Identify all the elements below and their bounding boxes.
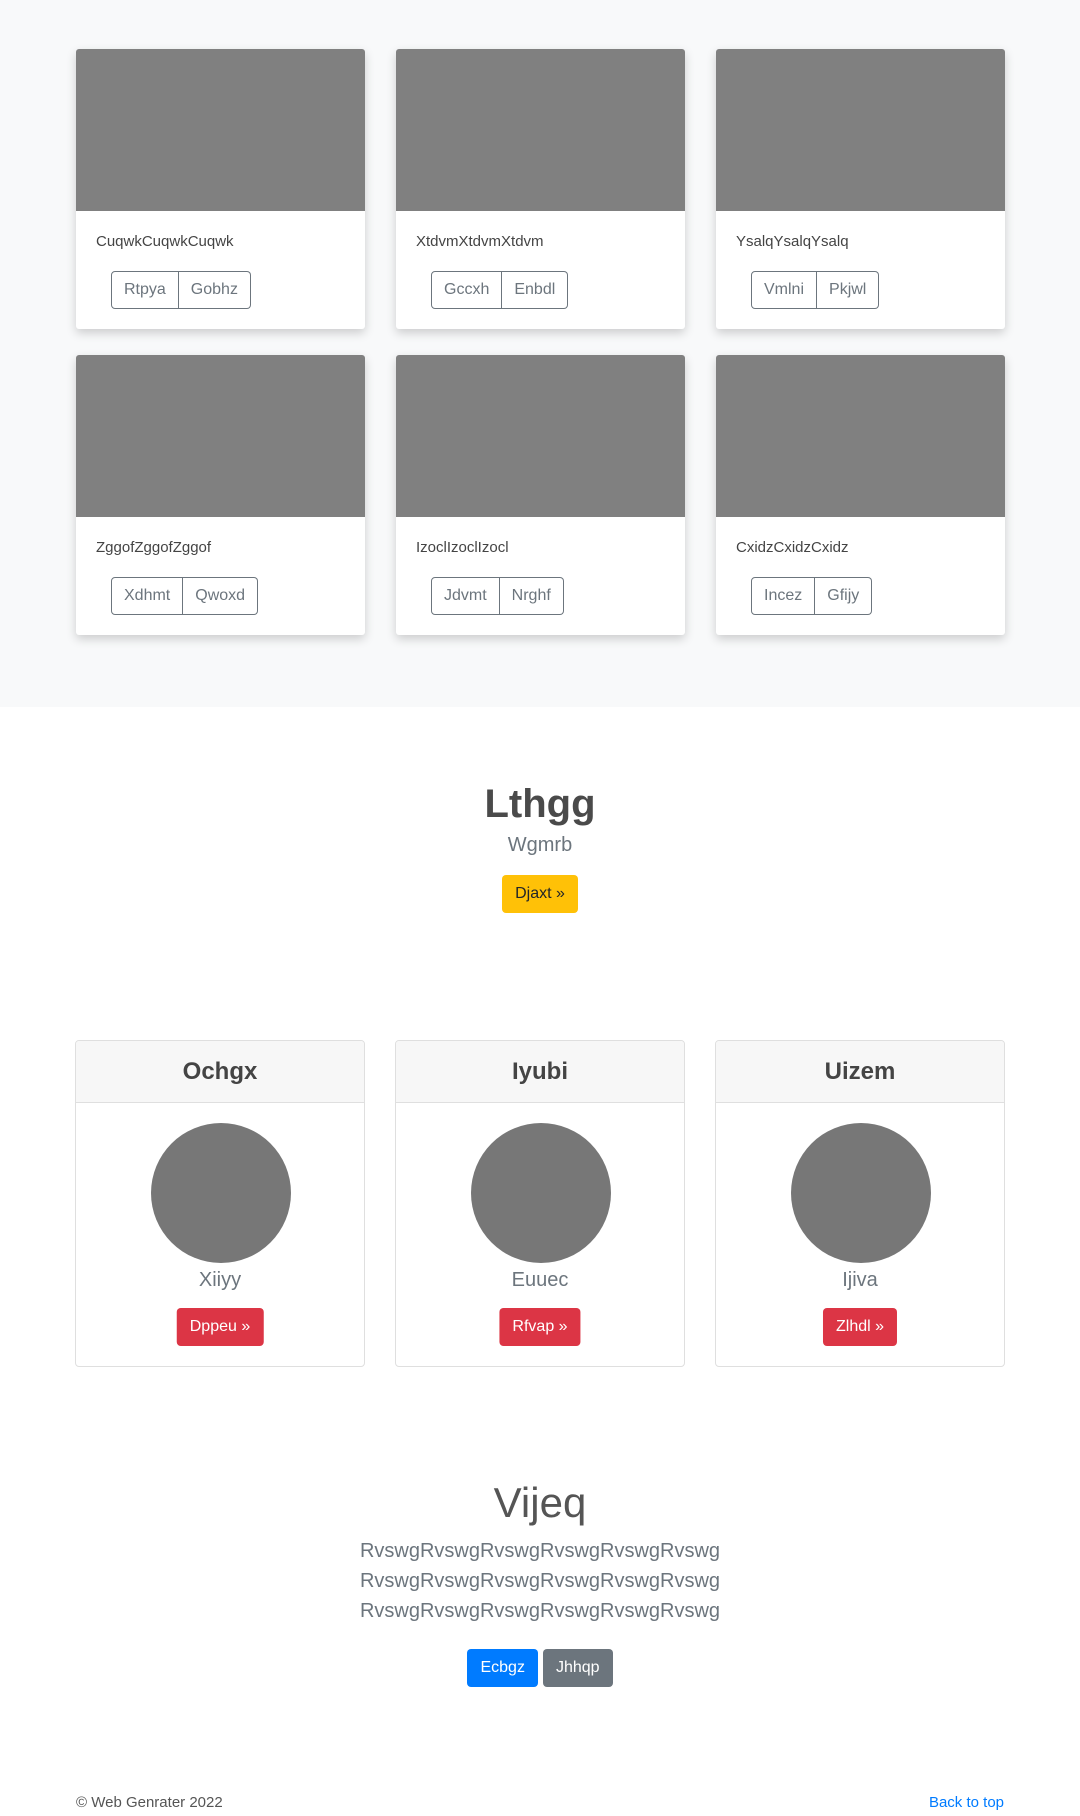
- album-card: IzoclIzoclIzocl Jdvmt Nrghf: [396, 355, 685, 635]
- card-button-group: Vmlni Pkjwl: [751, 271, 880, 309]
- card-button-edit[interactable]: Gfijy: [815, 577, 873, 615]
- album-card: YsalqYsalqYsalq Vmlni Pkjwl: [716, 49, 1005, 329]
- hero-lead-line: RvswgRvswgRvswgRvswgRvswgRvswg: [359, 1540, 721, 1563]
- card-thumbnail: [76, 355, 365, 517]
- card-text: YsalqYsalqYsalq: [736, 233, 849, 250]
- album-section: CuqwkCuqwkCuqwk Rtpya Gobhz XtdvmXtdvmXt…: [0, 0, 1080, 707]
- hero-secondary-button[interactable]: Jhhqp: [542, 1649, 613, 1688]
- album-card: ZggofZggofZggof Xdhmt Qwoxd: [76, 355, 365, 635]
- feature-section: Lthgg Wgmrb Djaxt »: [0, 780, 1080, 913]
- profile-button[interactable]: Rfvap »: [499, 1308, 581, 1346]
- card-button-edit[interactable]: Gobhz: [178, 271, 251, 309]
- card-text: IzoclIzoclIzocl: [416, 539, 509, 556]
- profile-name: Euuec: [511, 1269, 569, 1291]
- album-card: CxidzCxidzCxidz Incez Gfijy: [716, 355, 1005, 635]
- card-button-group: Xdhmt Qwoxd: [111, 577, 259, 615]
- card-button-view[interactable]: Vmlni: [751, 271, 818, 309]
- card-button-view[interactable]: Gccxh: [431, 271, 503, 309]
- card-thumbnail: [76, 49, 365, 211]
- card-button-group: Incez Gfijy: [751, 577, 873, 615]
- card-button-edit[interactable]: Nrghf: [499, 577, 564, 615]
- card-thumbnail: [396, 355, 685, 517]
- card-text: CxidzCxidzCxidz: [736, 539, 849, 556]
- profile-button[interactable]: Dppeu »: [176, 1308, 264, 1346]
- profile-card-header: Uizem: [716, 1041, 1004, 1103]
- profile-card: Iyubi Euuec Rfvap »: [395, 1040, 685, 1367]
- profile-name: Xiiyy: [198, 1269, 242, 1291]
- avatar: [791, 1123, 931, 1263]
- hero-title: Vijeq: [493, 1479, 587, 1526]
- hero-lead-line: RvswgRvswgRvswgRvswgRvswgRvswg: [359, 1570, 721, 1593]
- hero-lead-line: RvswgRvswgRvswgRvswgRvswgRvswg: [359, 1600, 721, 1623]
- profile-card-header: Iyubi: [396, 1041, 684, 1103]
- profile-card: Ochgx Xiiyy Dppeu »: [75, 1040, 365, 1367]
- hero-lead: RvswgRvswgRvswgRvswgRvswgRvswg RvswgRvsw…: [0, 1536, 1080, 1626]
- card-button-view[interactable]: Incez: [751, 577, 816, 615]
- card-button-edit[interactable]: Qwoxd: [183, 577, 259, 615]
- card-button-view[interactable]: Rtpya: [111, 271, 179, 309]
- card-thumbnail: [396, 49, 685, 211]
- avatar: [471, 1123, 611, 1263]
- hero-actions: Ecbgz Jhhqp: [0, 1649, 1080, 1688]
- feature-subtitle: Wgmrb: [507, 834, 573, 856]
- album-card: XtdvmXtdvmXtdvm Gccxh Enbdl: [396, 49, 685, 329]
- card-thumbnail: [716, 355, 1005, 517]
- card-button-edit[interactable]: Pkjwl: [817, 271, 880, 309]
- card-button-view[interactable]: Xdhmt: [111, 577, 184, 615]
- back-to-top-link[interactable]: Back to top: [929, 1794, 1004, 1811]
- card-button-view[interactable]: Jdvmt: [431, 577, 500, 615]
- card-thumbnail: [716, 49, 1005, 211]
- hero-section: Vijeq RvswgRvswgRvswgRvswgRvswgRvswg Rvs…: [0, 1478, 1080, 1688]
- feature-button[interactable]: Djaxt »: [502, 875, 578, 913]
- feature-title: Lthgg: [484, 782, 596, 826]
- card-button-group: Rtpya Gobhz: [111, 271, 251, 309]
- footer-copyright: © Web Genrater 2022: [76, 1794, 223, 1811]
- card-text: ZggofZggofZggof: [96, 539, 212, 556]
- card-button-group: Jdvmt Nrghf: [431, 577, 564, 615]
- album-card: CuqwkCuqwkCuqwk Rtpya Gobhz: [76, 49, 365, 329]
- card-text: CuqwkCuqwkCuqwk: [96, 233, 234, 250]
- hero-primary-button[interactable]: Ecbgz: [467, 1649, 538, 1688]
- card-button-edit[interactable]: Enbdl: [502, 271, 569, 309]
- card-button-group: Gccxh Enbdl: [431, 271, 569, 309]
- card-text: XtdvmXtdvmXtdvm: [416, 233, 544, 250]
- profile-card-header: Ochgx: [76, 1041, 364, 1103]
- profile-button[interactable]: Zlhdl »: [822, 1308, 898, 1346]
- avatar: [151, 1123, 291, 1263]
- profile-card: Uizem Ijiva Zlhdl »: [715, 1040, 1005, 1367]
- profile-name: Ijiva: [842, 1269, 878, 1291]
